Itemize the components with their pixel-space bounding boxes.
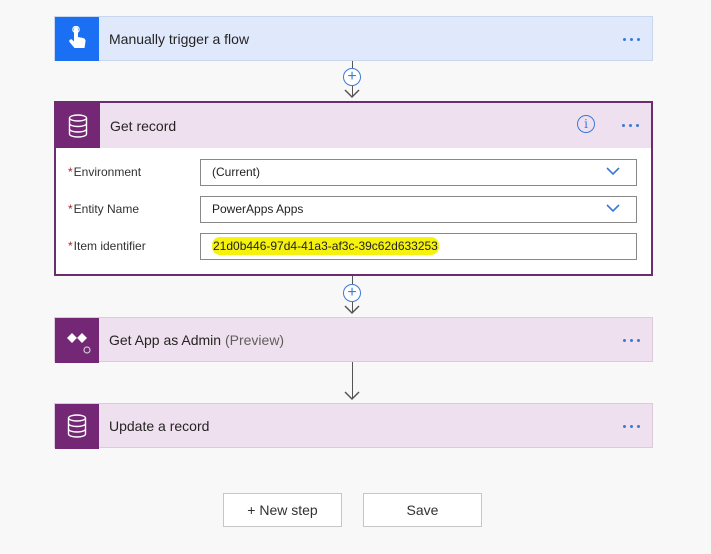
get-record-header[interactable]: Get record i bbox=[56, 103, 651, 148]
entity-name-value: PowerApps Apps bbox=[212, 202, 304, 216]
more-options-icon[interactable] bbox=[623, 417, 640, 435]
chevron-down-icon bbox=[606, 204, 620, 213]
environment-dropdown[interactable]: (Current) bbox=[200, 159, 637, 186]
entity-name-row: *Entity Name PowerApps Apps bbox=[68, 196, 638, 224]
arrow-down-icon bbox=[344, 89, 360, 99]
insert-step-button[interactable]: + bbox=[343, 284, 361, 302]
get-record-title: Get record bbox=[110, 117, 177, 134]
info-icon[interactable]: i bbox=[577, 115, 595, 133]
arrow-down-icon bbox=[344, 305, 360, 315]
environment-label: *Environment bbox=[68, 165, 142, 179]
get-app-title: Get App as Admin (Preview) bbox=[109, 332, 285, 348]
environment-row: *Environment (Current) bbox=[68, 159, 638, 187]
get-app-card[interactable]: Get App as Admin (Preview) bbox=[54, 317, 653, 363]
database-icon bbox=[56, 103, 100, 148]
preview-label: (Preview) bbox=[224, 332, 285, 348]
update-record-title: Update a record bbox=[109, 418, 210, 434]
entity-name-dropdown[interactable]: PowerApps Apps bbox=[200, 196, 637, 223]
item-identifier-row: *Item identifier 21d0b446-97d4-41a3-af3c… bbox=[68, 233, 638, 261]
more-options-icon[interactable] bbox=[623, 30, 640, 48]
save-button[interactable]: Save bbox=[363, 493, 482, 527]
touch-hand-icon bbox=[55, 17, 99, 61]
powerapps-admin-icon bbox=[55, 317, 99, 363]
update-record-header[interactable]: Update a record bbox=[55, 403, 652, 449]
environment-value: (Current) bbox=[212, 165, 261, 179]
more-options-icon[interactable] bbox=[622, 116, 639, 134]
trigger-card-header[interactable]: Manually trigger a flow bbox=[55, 17, 652, 61]
item-identifier-value: 21d0b446-97d4-41a3-af3c-39c62d633253 bbox=[212, 237, 439, 255]
trigger-title: Manually trigger a flow bbox=[109, 31, 250, 47]
get-record-card[interactable]: Get record i *Environment (Current) *Ent… bbox=[54, 101, 653, 276]
entity-name-label: *Entity Name bbox=[68, 202, 140, 216]
get-app-header[interactable]: Get App as Admin (Preview) bbox=[55, 317, 652, 363]
item-identifier-label: *Item identifier bbox=[68, 239, 146, 253]
chevron-down-icon bbox=[606, 167, 620, 176]
trigger-card[interactable]: Manually trigger a flow bbox=[54, 16, 653, 61]
insert-step-button[interactable]: + bbox=[343, 68, 361, 86]
new-step-button[interactable]: + New step bbox=[223, 493, 342, 527]
database-icon bbox=[55, 403, 99, 449]
arrow-down-icon bbox=[344, 391, 360, 401]
item-identifier-input[interactable]: 21d0b446-97d4-41a3-af3c-39c62d633253 bbox=[200, 233, 637, 260]
more-options-icon[interactable] bbox=[623, 331, 640, 349]
update-record-card[interactable]: Update a record bbox=[54, 403, 653, 449]
